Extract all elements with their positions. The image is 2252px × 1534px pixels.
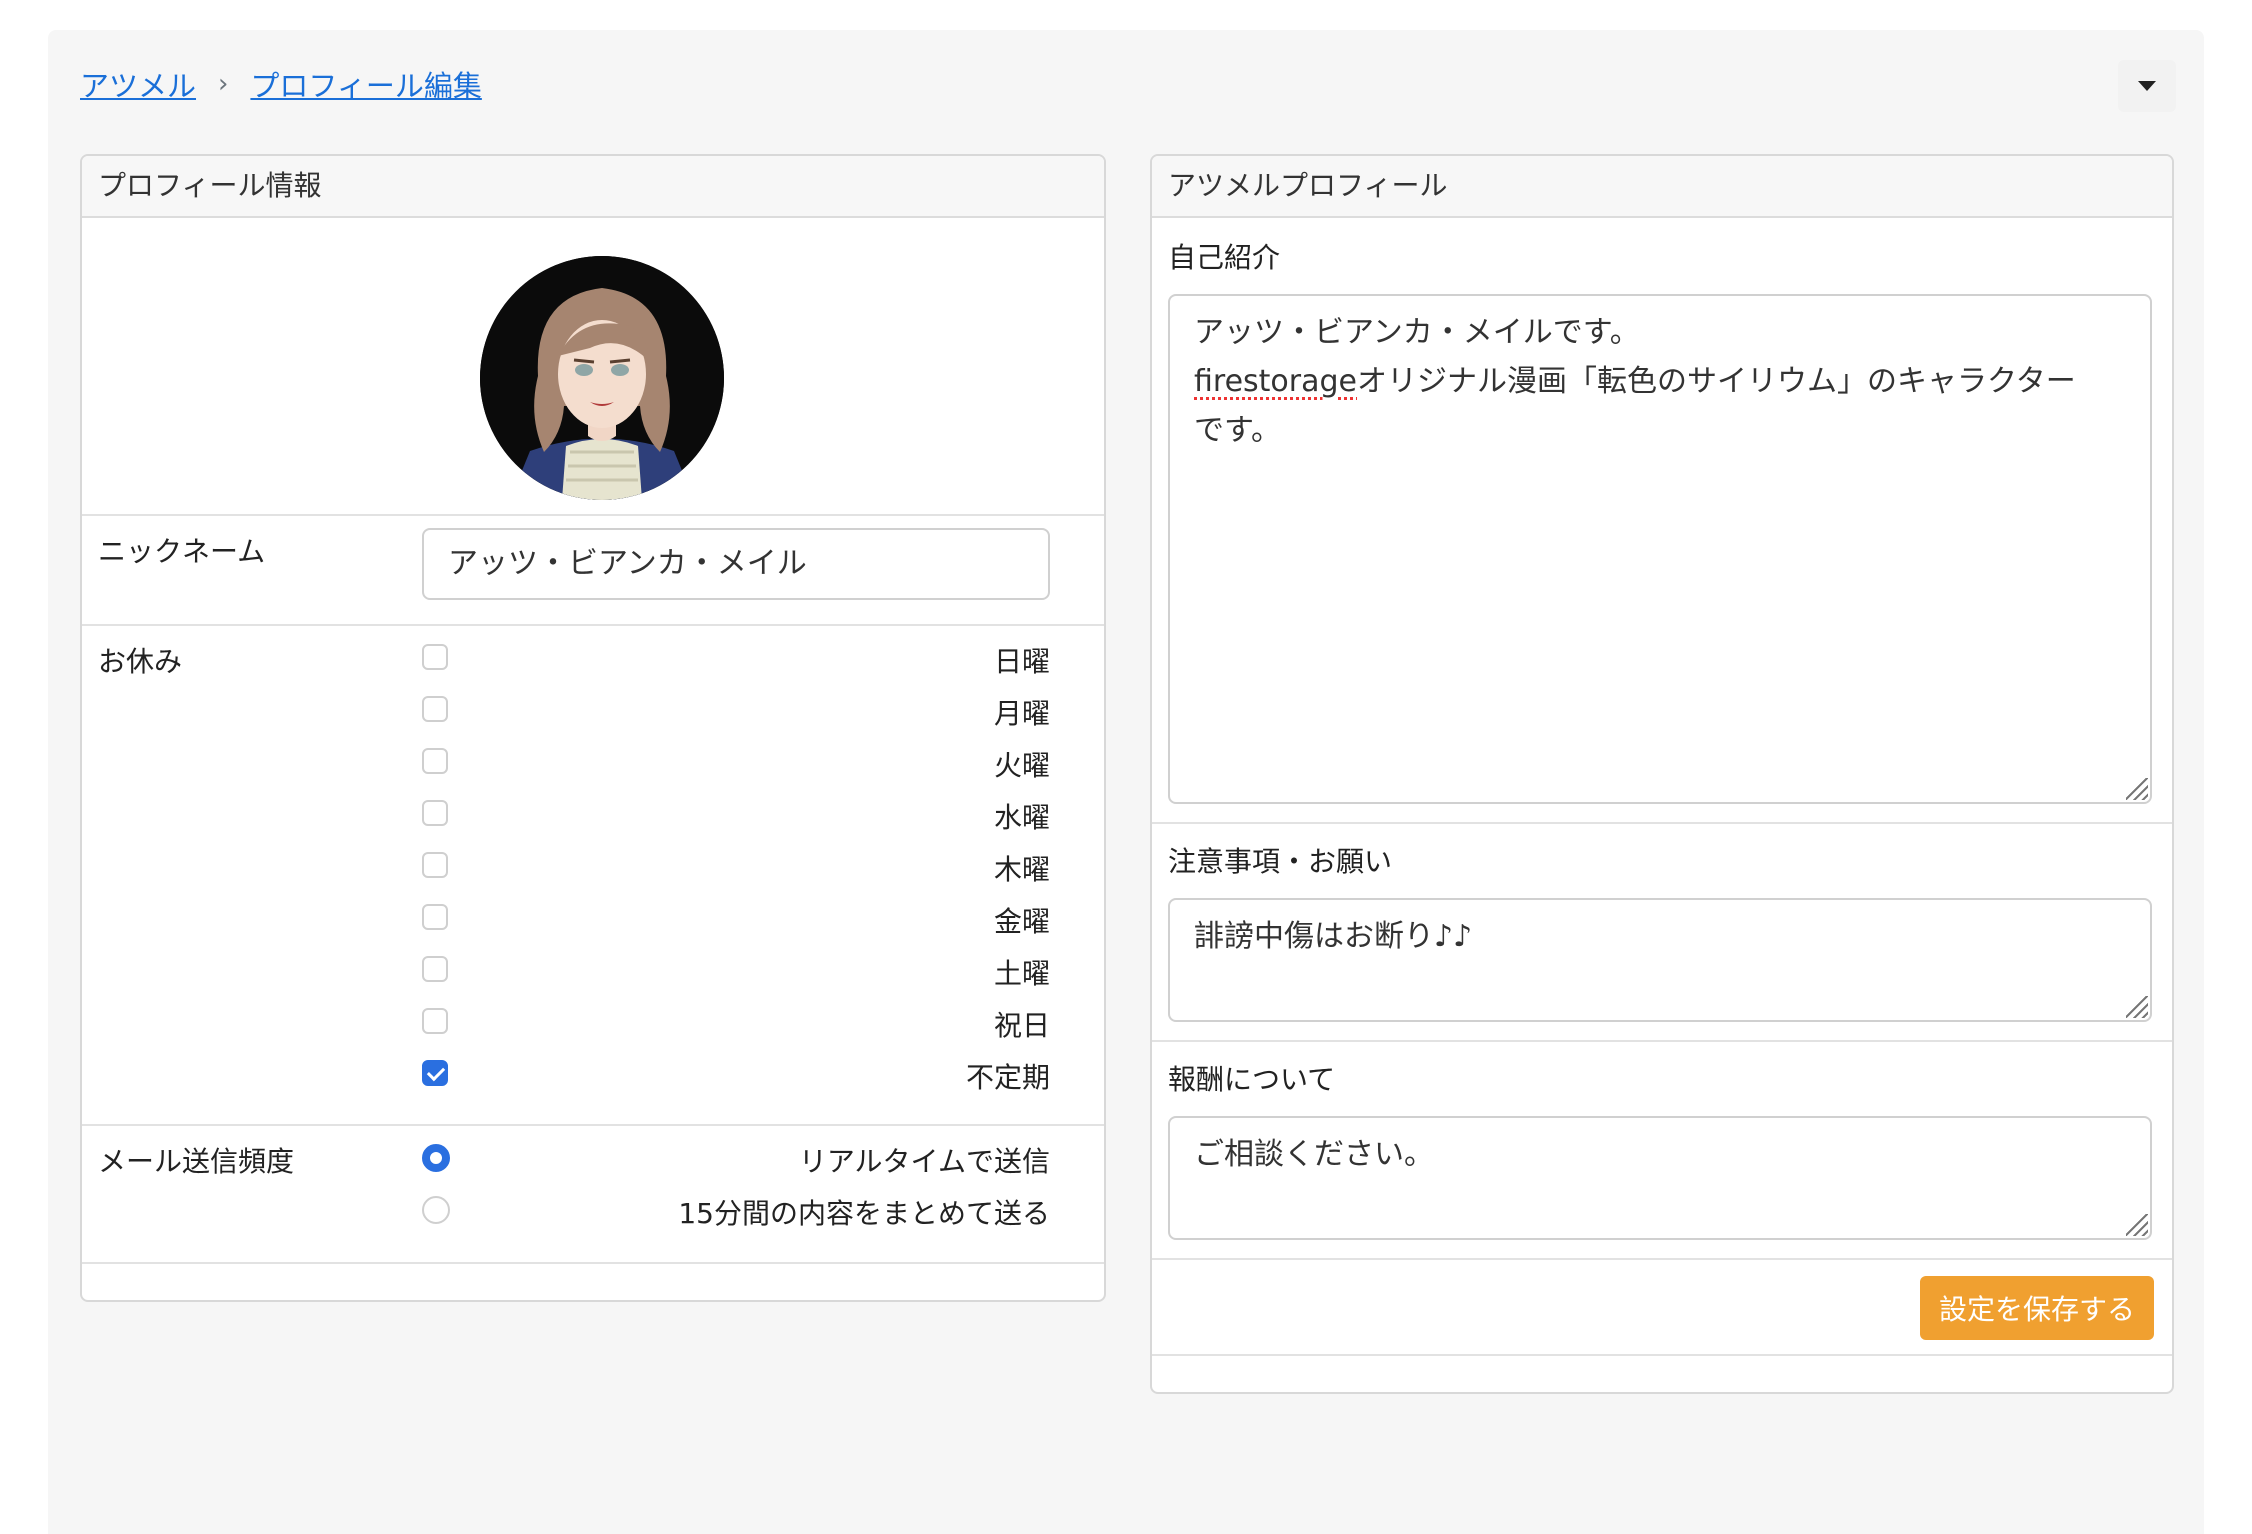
checkbox-checked[interactable] — [422, 1060, 448, 1086]
divider — [82, 514, 1104, 516]
checkbox[interactable] — [422, 904, 448, 930]
divider — [1152, 822, 2172, 824]
atsumeru-profile-card-title: アツメルプロフィール — [1152, 156, 2172, 218]
nickname-input[interactable]: アッツ・ビアンカ・メイル — [422, 528, 1050, 600]
divider — [1152, 1258, 2172, 1260]
notes-textarea[interactable]: 誹謗中傷はお断り♪♪ — [1168, 898, 2152, 1022]
resize-grip-icon[interactable] — [2126, 1214, 2148, 1236]
divider — [82, 1124, 1104, 1126]
checkbox[interactable] — [422, 696, 448, 722]
mail-option-realtime[interactable]: リアルタイムで送信 — [422, 1140, 1050, 1180]
notes-label: 注意事項・お願い — [1168, 845, 1393, 878]
breadcrumb-home-link[interactable]: アツメル — [80, 63, 196, 105]
radio[interactable] — [422, 1196, 450, 1224]
resize-grip-icon[interactable] — [2126, 996, 2148, 1018]
save-settings-button[interactable]: 設定を保存する — [1920, 1276, 2154, 1340]
nickname-label: ニックネーム — [98, 535, 266, 568]
checkbox[interactable] — [422, 1008, 448, 1034]
divider — [1152, 1354, 2172, 1356]
checkbox[interactable] — [422, 800, 448, 826]
holiday-option-thursday[interactable]: 木曜 — [422, 848, 1050, 888]
holiday-option-saturday[interactable]: 土曜 — [422, 952, 1050, 992]
intro-label: 自己紹介 — [1168, 241, 1281, 274]
breadcrumb: アツメル › プロフィール編集 — [80, 62, 482, 106]
holiday-option-wednesday[interactable]: 水曜 — [422, 796, 1050, 836]
checkbox[interactable] — [422, 644, 448, 670]
profile-info-card: プロフィール情報 ニックネーム アッツ・ビアンカ・メイル お休み 日曜 月曜 火… — [80, 154, 1106, 1302]
atsumeru-profile-card: アツメルプロフィール 自己紹介 アッツ・ビアンカ・メイルです。 firestor… — [1150, 154, 2174, 1394]
divider — [82, 624, 1104, 626]
divider — [82, 1262, 1104, 1264]
dropdown-toggle-button[interactable] — [2118, 60, 2176, 112]
holiday-option-sunday[interactable]: 日曜 — [422, 640, 1050, 680]
profile-info-card-title: プロフィール情報 — [82, 156, 1104, 218]
checkbox[interactable] — [422, 748, 448, 774]
breadcrumb-current-link[interactable]: プロフィール編集 — [250, 63, 481, 105]
reward-textarea[interactable]: ご相談ください。 — [1168, 1116, 2152, 1240]
caret-down-icon — [2138, 81, 2156, 91]
mail-option-15min[interactable]: 15分間の内容をまとめて送る — [422, 1192, 1050, 1232]
checkbox[interactable] — [422, 852, 448, 878]
holiday-option-friday[interactable]: 金曜 — [422, 900, 1050, 940]
holiday-option-irregular[interactable]: 不定期 — [422, 1056, 1050, 1096]
avatar — [480, 256, 724, 500]
chevron-right-icon: › — [218, 69, 229, 99]
divider — [1152, 1040, 2172, 1042]
holiday-option-public-holiday[interactable]: 祝日 — [422, 1004, 1050, 1044]
reward-label: 報酬について — [1168, 1063, 1336, 1096]
intro-textarea[interactable]: アッツ・ビアンカ・メイルです。 firestorageオリジナル漫画「転色のサイ… — [1168, 294, 2152, 804]
avatar-illustration — [480, 256, 724, 500]
holiday-option-monday[interactable]: 月曜 — [422, 692, 1050, 732]
holiday-option-tuesday[interactable]: 火曜 — [422, 744, 1050, 784]
resize-grip-icon[interactable] — [2126, 778, 2148, 800]
mail-frequency-label: メール送信頻度 — [98, 1145, 295, 1178]
checkbox[interactable] — [422, 956, 448, 982]
radio-selected[interactable] — [422, 1144, 450, 1172]
holidays-label: お休み — [98, 645, 183, 678]
